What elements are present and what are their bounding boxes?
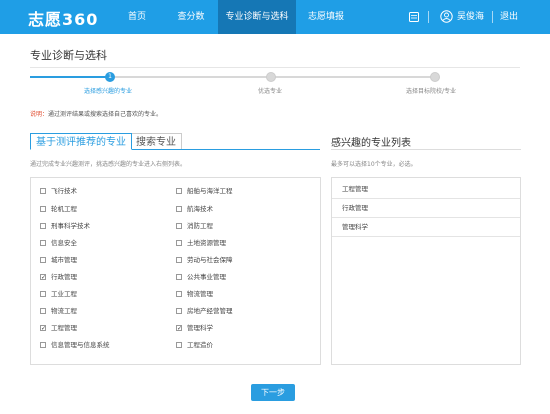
checkbox[interactable] bbox=[176, 308, 182, 314]
checkbox[interactable] bbox=[40, 342, 46, 348]
checkbox[interactable] bbox=[40, 223, 46, 229]
nav-major-diagnosis[interactable]: 专业诊断与选科 bbox=[218, 0, 296, 34]
note-text: 通过测评结果或搜索选择自己喜欢的专业。 bbox=[48, 111, 163, 118]
step-2-label: 优选专业 bbox=[258, 88, 283, 95]
divider bbox=[428, 11, 429, 23]
checkbox-checked[interactable]: ✓ bbox=[40, 325, 46, 332]
checkbox[interactable] bbox=[40, 291, 46, 297]
checkbox-checked[interactable]: ✓ bbox=[176, 325, 182, 332]
nav-check-score[interactable]: 查分数 bbox=[168, 0, 214, 34]
checkbox[interactable] bbox=[176, 291, 182, 297]
step-2-dot bbox=[266, 72, 276, 82]
logout-link[interactable]: 退出 bbox=[500, 0, 518, 34]
step-1-dot: 1 bbox=[105, 72, 115, 82]
note-prefix: 说明： bbox=[30, 111, 49, 118]
nav-home[interactable]: 首页 bbox=[120, 0, 154, 34]
user-name[interactable]: 吴俊海 bbox=[457, 0, 484, 34]
checkbox[interactable] bbox=[176, 240, 182, 246]
page-title: 专业诊断与选科 bbox=[30, 49, 107, 62]
checkbox[interactable] bbox=[176, 206, 182, 212]
checkbox[interactable] bbox=[176, 188, 182, 194]
divider bbox=[492, 11, 493, 23]
checkbox[interactable] bbox=[176, 274, 182, 280]
title-divider bbox=[30, 67, 520, 68]
checkbox[interactable] bbox=[176, 257, 182, 263]
step-3-label: 选择目标院校/专业 bbox=[406, 88, 457, 95]
major-options-panel: 飞行技术 船舶与海洋工程 轮机工程 航海技术 刑事科学技术 消防工程 信息安全 … bbox=[30, 177, 321, 365]
checkbox[interactable] bbox=[40, 257, 46, 263]
checkbox[interactable] bbox=[40, 240, 46, 246]
checkbox[interactable] bbox=[176, 342, 182, 348]
checkbox[interactable] bbox=[176, 223, 182, 229]
selected-majors-panel: 工程管理 行政管理 管理科学 bbox=[331, 177, 521, 365]
instruction-note: 说明：通过测评结果或搜索选择自己喜欢的专业。 bbox=[30, 109, 162, 118]
right-hint: 最多可以选择10个专业，必选。 bbox=[331, 161, 417, 168]
checkbox[interactable] bbox=[40, 308, 46, 314]
checkbox[interactable] bbox=[40, 206, 46, 212]
top-nav-bar: 志愿360 首页 查分数 专业诊断与选科 志愿填报 吴俊海 退出 bbox=[0, 0, 550, 34]
next-step-button[interactable]: 下一步 bbox=[251, 384, 295, 401]
user-icon[interactable] bbox=[440, 0, 453, 34]
interest-list-title: 感兴趣的专业列表 bbox=[331, 138, 411, 149]
checkbox[interactable] bbox=[40, 188, 46, 194]
device-icon[interactable] bbox=[408, 0, 420, 34]
site-logo[interactable]: 志愿360 bbox=[28, 6, 98, 30]
step-1-label: 选择感兴趣的专业 bbox=[84, 88, 133, 95]
checkbox-checked[interactable]: ✓ bbox=[40, 274, 46, 281]
selected-major-item[interactable]: 管理科学 bbox=[332, 218, 520, 237]
selected-major-item[interactable]: 行政管理 bbox=[332, 199, 520, 218]
tab-recommended[interactable]: 基于测评推荐的专业 bbox=[30, 133, 132, 150]
selected-major-item[interactable]: 工程管理 bbox=[332, 180, 520, 199]
tab-search[interactable]: 搜索专业 bbox=[130, 133, 182, 150]
nav-application[interactable]: 志愿填报 bbox=[300, 0, 352, 34]
left-hint: 通过完成专业兴趣测评，挑选感兴趣的专业进入右侧列表。 bbox=[30, 161, 187, 168]
steps-track-done bbox=[30, 76, 110, 78]
right-divider bbox=[331, 149, 521, 150]
step-3-dot bbox=[430, 72, 440, 82]
